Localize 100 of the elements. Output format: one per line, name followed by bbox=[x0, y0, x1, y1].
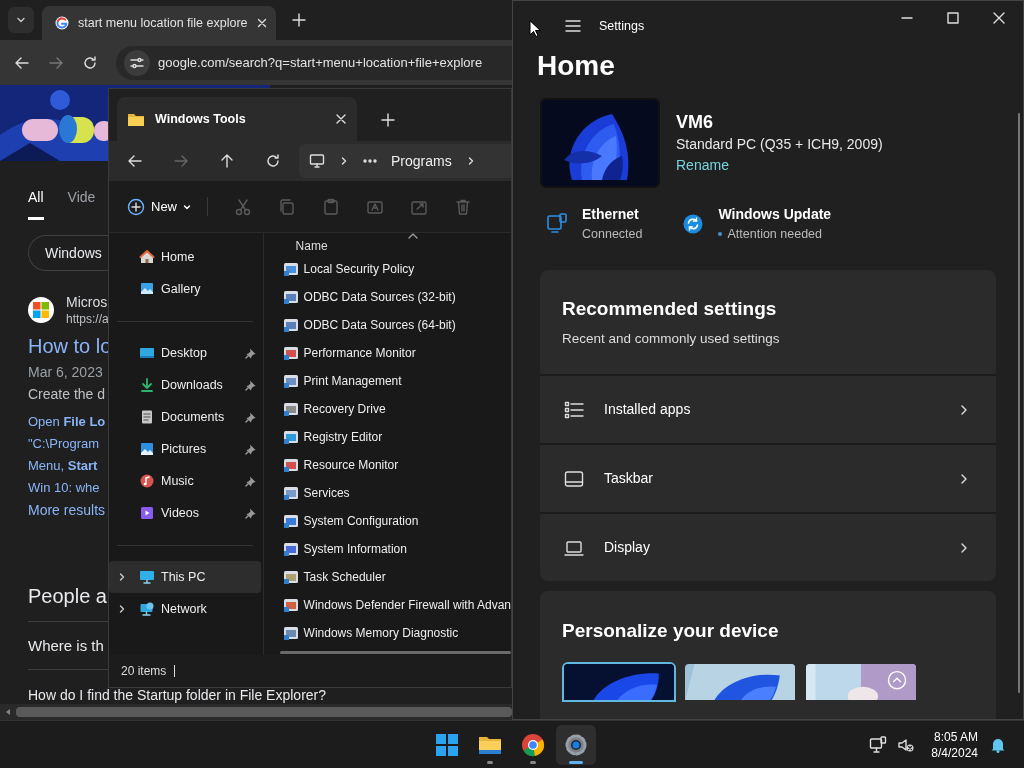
file-row[interactable]: System Information bbox=[279, 535, 511, 563]
list-icon bbox=[564, 399, 584, 420]
program-icon bbox=[282, 485, 299, 501]
vertical-scrollbar[interactable] bbox=[1018, 113, 1020, 693]
status-title[interactable]: Windows Update bbox=[718, 204, 832, 224]
card-subtitle: Recent and commonly used settings bbox=[562, 329, 781, 348]
reload-icon[interactable] bbox=[82, 54, 98, 71]
sidebar-item[interactable]: Videos bbox=[109, 497, 261, 529]
file-row[interactable]: Print Management bbox=[279, 367, 511, 395]
settings-row[interactable]: Display bbox=[540, 514, 996, 581]
sidebar-item[interactable]: Home bbox=[109, 241, 261, 273]
close-icon[interactable] bbox=[255, 17, 268, 29]
chevron-right-icon bbox=[339, 156, 349, 166]
clock[interactable]: 8:05 AM 8/4/2024 bbox=[931, 728, 978, 761]
pictures-icon bbox=[139, 441, 155, 457]
new-tab-icon[interactable] bbox=[381, 113, 395, 127]
back-arrow-icon[interactable] bbox=[127, 153, 143, 169]
sidebar-item[interactable]: Gallery bbox=[109, 273, 261, 305]
refresh-icon[interactable] bbox=[265, 153, 281, 169]
taskbar-app-button[interactable] bbox=[556, 724, 596, 765]
explorer-tab[interactable]: Windows Tools bbox=[117, 97, 357, 141]
sidebar-item[interactable]: Network bbox=[109, 593, 261, 625]
horizontal-scrollbar[interactable] bbox=[0, 704, 512, 720]
search-tab[interactable]: Vide bbox=[67, 187, 96, 220]
result-link[interactable]: Win 10: whe bbox=[28, 477, 106, 499]
sidebar-item[interactable]: This PC bbox=[109, 561, 261, 593]
new-button[interactable]: New bbox=[127, 196, 208, 217]
file-row[interactable]: Task Scheduler bbox=[279, 563, 511, 591]
file-row[interactable]: Windows Memory Diagnostic bbox=[279, 619, 511, 647]
sidebar-item[interactable]: Pictures bbox=[109, 433, 261, 465]
gallery-icon bbox=[139, 281, 155, 297]
file-row[interactable]: Services bbox=[279, 479, 511, 507]
sidebar-item[interactable]: Documents bbox=[109, 401, 261, 433]
question-text[interactable]: How do I find the Startup folder in File Explorer? bbox=[28, 688, 327, 702]
program-icon bbox=[282, 261, 299, 277]
file-row[interactable]: Recovery Drive bbox=[279, 395, 511, 423]
file-row[interactable]: Registry Editor bbox=[279, 423, 511, 451]
sort-up-icon bbox=[407, 233, 418, 239]
browser-tab[interactable]: start menu location file explore bbox=[42, 6, 276, 40]
column-header[interactable]: Name bbox=[295, 237, 328, 255]
network-monitor-icon[interactable] bbox=[869, 735, 888, 754]
file-row[interactable]: ODBC Data Sources (64-bit) bbox=[279, 311, 511, 339]
file-row[interactable]: Windows Defender Firewall with Advan bbox=[279, 591, 511, 619]
search-tab[interactable]: All bbox=[28, 187, 44, 220]
program-icon bbox=[282, 569, 299, 585]
sync-icon[interactable] bbox=[682, 213, 705, 235]
sidebar-item[interactable]: Desktop bbox=[109, 337, 261, 369]
sidebar-item[interactable]: Downloads bbox=[109, 369, 261, 401]
tab-title: start menu location file explore bbox=[78, 14, 248, 32]
site-settings-icon bbox=[130, 55, 144, 70]
device-name: VM6 bbox=[676, 111, 714, 134]
program-icon bbox=[282, 345, 299, 361]
status-title[interactable]: Ethernet bbox=[582, 204, 643, 224]
desktop-icon bbox=[139, 345, 155, 361]
site-name: Micros bbox=[66, 293, 109, 311]
menu-icon[interactable] bbox=[565, 19, 581, 33]
file-row[interactable]: Local Security Policy bbox=[279, 255, 511, 283]
maximize-icon[interactable] bbox=[947, 12, 959, 24]
status-detail: Connected bbox=[582, 226, 643, 243]
rename-link[interactable]: Rename bbox=[676, 154, 883, 176]
close-icon[interactable] bbox=[335, 113, 347, 125]
status-detail: Attention needed bbox=[727, 226, 822, 243]
forward-arrow-icon[interactable] bbox=[173, 153, 189, 169]
four-squares-logo-icon bbox=[33, 302, 49, 318]
file-row[interactable]: Resource Monitor bbox=[279, 451, 511, 479]
program-icon bbox=[282, 317, 299, 333]
result-link[interactable]: "C:\Program bbox=[28, 433, 106, 455]
address-bar[interactable]: google.com/search?q=start+menu+location+file+explore bbox=[116, 45, 512, 80]
taskbar-icon bbox=[564, 468, 584, 489]
more-icon bbox=[363, 159, 377, 163]
file-row[interactable]: ODBC Data Sources (32-bit) bbox=[279, 283, 511, 311]
close-icon[interactable] bbox=[993, 12, 1005, 24]
file-row[interactable]: System Configuration bbox=[279, 507, 511, 535]
program-icon bbox=[282, 541, 299, 557]
result-link[interactable]: Menu, Start bbox=[28, 455, 106, 477]
result-link[interactable]: Open File Lo bbox=[28, 411, 106, 433]
url-text: google.com/search?q=start+menu+location+file+explore bbox=[158, 53, 483, 72]
horizontal-scrollbar[interactable] bbox=[279, 651, 511, 654]
windows-logo-icon bbox=[435, 732, 459, 757]
tab-list-button[interactable] bbox=[8, 7, 34, 33]
computer-icon[interactable] bbox=[546, 213, 568, 235]
program-icon bbox=[282, 597, 299, 613]
monitor-icon bbox=[139, 569, 155, 585]
up-arrow-icon[interactable] bbox=[219, 153, 235, 169]
settings-row[interactable]: Taskbar bbox=[540, 445, 996, 512]
question-text[interactable]: Where is th bbox=[28, 636, 104, 655]
result-snippet: Create the d bbox=[28, 385, 106, 404]
settings-row[interactable]: Installed apps bbox=[540, 376, 996, 443]
result-date: Mar 6, 2023 bbox=[28, 363, 103, 382]
notification-bell-icon[interactable] bbox=[990, 736, 1006, 753]
google-g-icon bbox=[54, 15, 70, 31]
home-icon bbox=[139, 249, 155, 265]
more-results-link[interactable]: More results bbox=[28, 499, 106, 521]
section-heading: People a bbox=[28, 584, 107, 609]
new-tab-icon[interactable] bbox=[292, 13, 306, 27]
address-bar[interactable]: Programs bbox=[299, 144, 511, 178]
breadcrumb-text: Programs bbox=[391, 151, 452, 171]
file-row[interactable]: Performance Monitor bbox=[279, 339, 511, 367]
sidebar-item[interactable]: Music bbox=[109, 465, 261, 497]
gear-icon bbox=[564, 732, 588, 757]
